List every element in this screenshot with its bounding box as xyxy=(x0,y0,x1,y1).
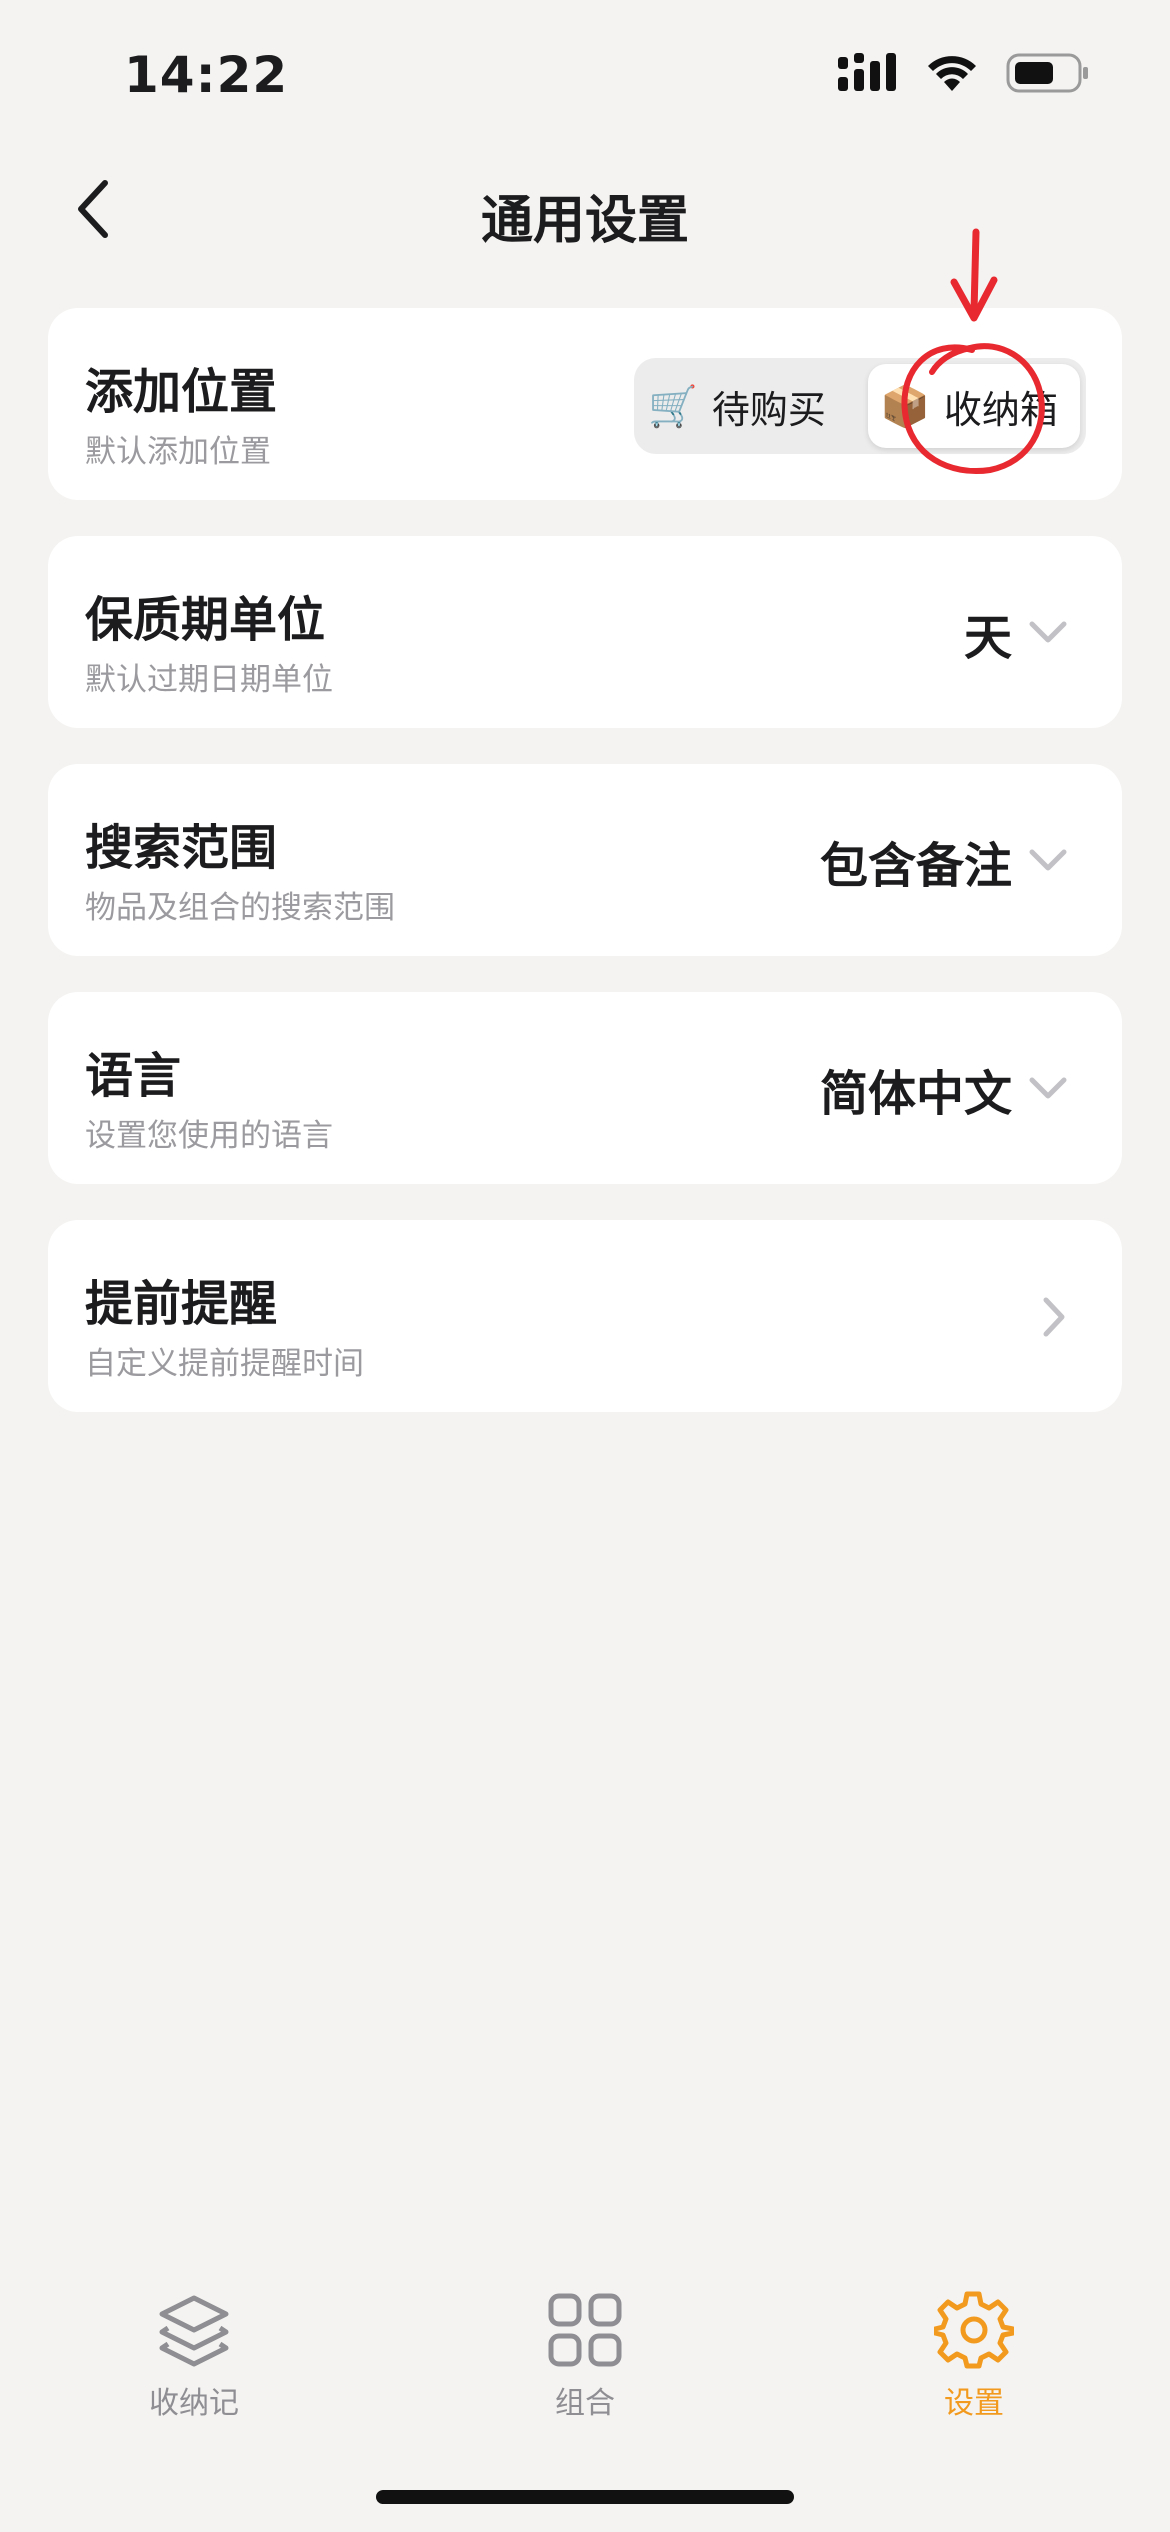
setting-title: 搜索范围 xyxy=(85,820,278,876)
package-icon: 📦 xyxy=(880,383,930,430)
setting-title: 语言 xyxy=(85,1048,182,1104)
battery-icon xyxy=(1006,53,1088,93)
tab-storage-log[interactable]: 收纳记 xyxy=(94,2290,294,2422)
page-title: 通用设置 xyxy=(480,191,689,251)
chevron-down-icon xyxy=(1029,1077,1067,1099)
segment-label: 收纳箱 xyxy=(943,387,1058,432)
wifi-icon xyxy=(928,56,976,91)
segment-label: 待购买 xyxy=(711,387,826,432)
status-icons xyxy=(838,52,1090,94)
setting-title: 保质期单位 xyxy=(85,592,326,648)
shopping-cart-icon: 🛒 xyxy=(648,383,698,430)
setting-shelf-life-unit[interactable]: 保质期单位 默认过期日期单位 天 xyxy=(48,536,1122,728)
tab-label: 组合 xyxy=(555,2386,615,2421)
setting-value: 简体中文 xyxy=(819,1066,1012,1122)
setting-language[interactable]: 语言 设置您使用的语言 简体中文 xyxy=(48,992,1122,1184)
chevron-down-icon xyxy=(1029,621,1067,643)
screen: 14:22 通用设置 添加位置 默认添加位置 🛒 待购买 📦 收纳箱 保质期单位… xyxy=(0,0,1170,2532)
segment-option-storage-box[interactable]: 📦 收纳箱 xyxy=(868,364,1080,448)
tab-settings[interactable]: 设置 xyxy=(874,2290,1074,2422)
setting-subtitle: 默认过期日期单位 xyxy=(85,662,333,698)
tab-bar: 收纳记 组合 设置 xyxy=(0,2290,1170,2450)
add-location-segmented-control: 🛒 待购买 📦 收纳箱 xyxy=(634,358,1086,454)
nav-bar: 通用设置 xyxy=(0,160,1170,260)
setting-title: 添加位置 xyxy=(85,364,278,420)
cellular-signal-icon xyxy=(838,53,896,91)
layers-icon xyxy=(159,2295,229,2367)
chevron-right-icon xyxy=(1043,1297,1065,1337)
tab-label: 收纳记 xyxy=(149,2386,239,2421)
chevron-down-icon xyxy=(1029,849,1067,871)
status-bar: 14:22 xyxy=(0,0,1170,150)
status-time: 14:22 xyxy=(124,46,289,104)
tab-combination[interactable]: 组合 xyxy=(485,2290,685,2422)
home-indicator xyxy=(376,2490,794,2504)
setting-title: 提前提醒 xyxy=(85,1276,278,1332)
setting-subtitle: 物品及组合的搜索范围 xyxy=(85,890,395,926)
setting-subtitle: 默认添加位置 xyxy=(85,434,271,470)
segment-option-to-buy[interactable]: 🛒 待购买 xyxy=(648,364,858,448)
setting-reminder[interactable]: 提前提醒 自定义提前提醒时间 xyxy=(48,1220,1122,1412)
setting-subtitle: 自定义提前提醒时间 xyxy=(85,1346,364,1382)
setting-value: 包含备注 xyxy=(819,838,1012,894)
setting-value: 天 xyxy=(963,610,1012,666)
gear-icon xyxy=(934,2291,1014,2369)
grid-icon xyxy=(548,2293,622,2367)
setting-add-location: 添加位置 默认添加位置 🛒 待购买 📦 收纳箱 xyxy=(48,308,1122,500)
setting-search-scope[interactable]: 搜索范围 物品及组合的搜索范围 包含备注 xyxy=(48,764,1122,956)
setting-subtitle: 设置您使用的语言 xyxy=(85,1118,333,1154)
tab-label: 设置 xyxy=(944,2386,1004,2421)
